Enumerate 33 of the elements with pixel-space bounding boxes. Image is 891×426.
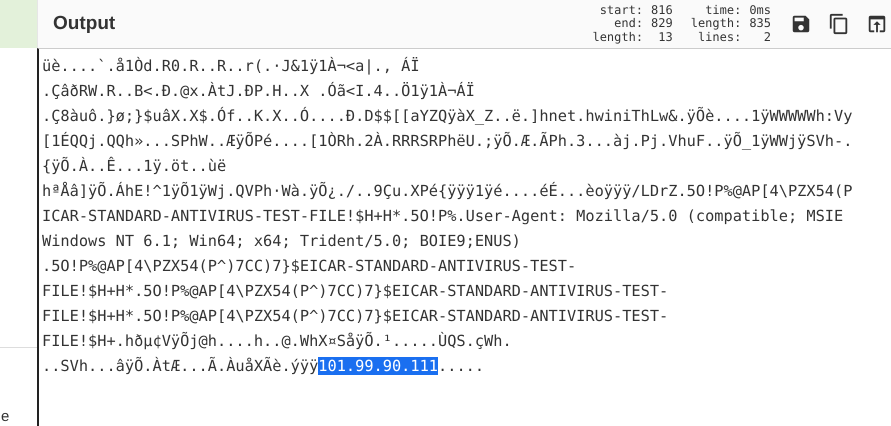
output-text: {ÿÕ.À..Ê...1ÿ.öt..ùë bbox=[42, 157, 226, 175]
output-text: [1ÉQQj.QQh»...SPhW..ÆÿÕPé....[1ÒRh.2À.RRRSRPhëU.;ÿÕ.Æ.ÃPh.3...àj.Pj.VhuF..ÿÕ_1ÿWWjÿSVh-. bbox=[42, 132, 852, 150]
stat-value: 2 bbox=[762, 30, 771, 44]
output-title: Output bbox=[53, 13, 116, 35]
selected-text: 101.99.90.111 bbox=[318, 357, 438, 375]
output-text: .Ç8àuô.}ø;}$uâX.X$.Óf..K.X..Ó....Ð.D$$[[aYZQÿàX_Z..ë.]hnet.hwiniThLw&.ÿÕè....1ÿWWWWWh:Vy bbox=[42, 107, 852, 125]
stat-value: 816 bbox=[651, 4, 673, 18]
sidebar-text: e bbox=[1, 408, 10, 426]
output-text: Windows NT 6.1; Win64; x64; Trident/5.0; BOIE9;ENUS) bbox=[42, 232, 521, 250]
stat-value: 0ms bbox=[749, 4, 771, 18]
stat-label: length: bbox=[592, 30, 644, 44]
upload-icon bbox=[866, 13, 888, 35]
stat-label: end: bbox=[613, 17, 644, 31]
stat-value: 13 bbox=[657, 30, 673, 44]
stat-label: time: bbox=[704, 4, 742, 18]
stat-label: length: bbox=[690, 17, 742, 31]
output-text: ICAR-STANDARD-ANTIVIRUS-TEST-FILE!$H+H*.5O!P%.User-Agent: Mozilla/5.0 (compatible; MSIE bbox=[42, 207, 844, 225]
output-text: FILE!$H+H*.5O!P%@AP[4\PZX54(P^)7CC)7}$EICAR-STANDARD-ANTIVIRUS-TEST- bbox=[42, 282, 668, 300]
save-icon bbox=[790, 13, 812, 35]
output-text-area[interactable] bbox=[37, 48, 891, 426]
output-text: hªÅâ]ÿÕ.ÁhE!^1ÿÕ1ÿWj.QVPh·Wà.ÿÕ¿./..9Çu.XPé{ÿÿÿ1ÿé....éÉ...èoÿÿÿ/LDrZ.5O!P%@AP[4\PZX54(P bbox=[42, 182, 852, 200]
output-text: FILE!$H+.hðµ¢VÿÕj@h....h..@.WhX¤SåÿÕ.¹.....ÙQS.çWh. bbox=[42, 332, 512, 350]
output-text: ..SVh...âÿÕ.ÀtÆ...Ã.ÀuåXÃè.ýÿÿ bbox=[42, 357, 318, 375]
output-text: .ÇâðRW.R..B<.Ð.@x.ÀtJ.ÐP.H..X .Óã<I.4..Ö1ÿ1À¬ÁÏ bbox=[42, 82, 475, 100]
copy-icon bbox=[828, 12, 850, 36]
output-text: .5O!P%@AP[4\PZX54(P^)7CC)7}$EICAR-STANDARD-ANTIVIRUS-TEST- bbox=[42, 257, 576, 275]
stat-label: lines: bbox=[698, 30, 742, 44]
stat-value: 835 bbox=[749, 17, 771, 31]
stat-value: 829 bbox=[651, 17, 673, 31]
output-text: FILE!$H+H*.5O!P%@AP[4\PZX54(P^)7CC)7}$EICAR-STANDARD-ANTIVIRUS-TEST- bbox=[42, 307, 668, 325]
output-text: ..... bbox=[438, 357, 484, 375]
stat-label: start: bbox=[598, 4, 644, 18]
output-text: üè....`.å1Òd.R0.R..R..r(.·J&1ÿ1À¬<a|., ÁÏ bbox=[42, 57, 420, 75]
